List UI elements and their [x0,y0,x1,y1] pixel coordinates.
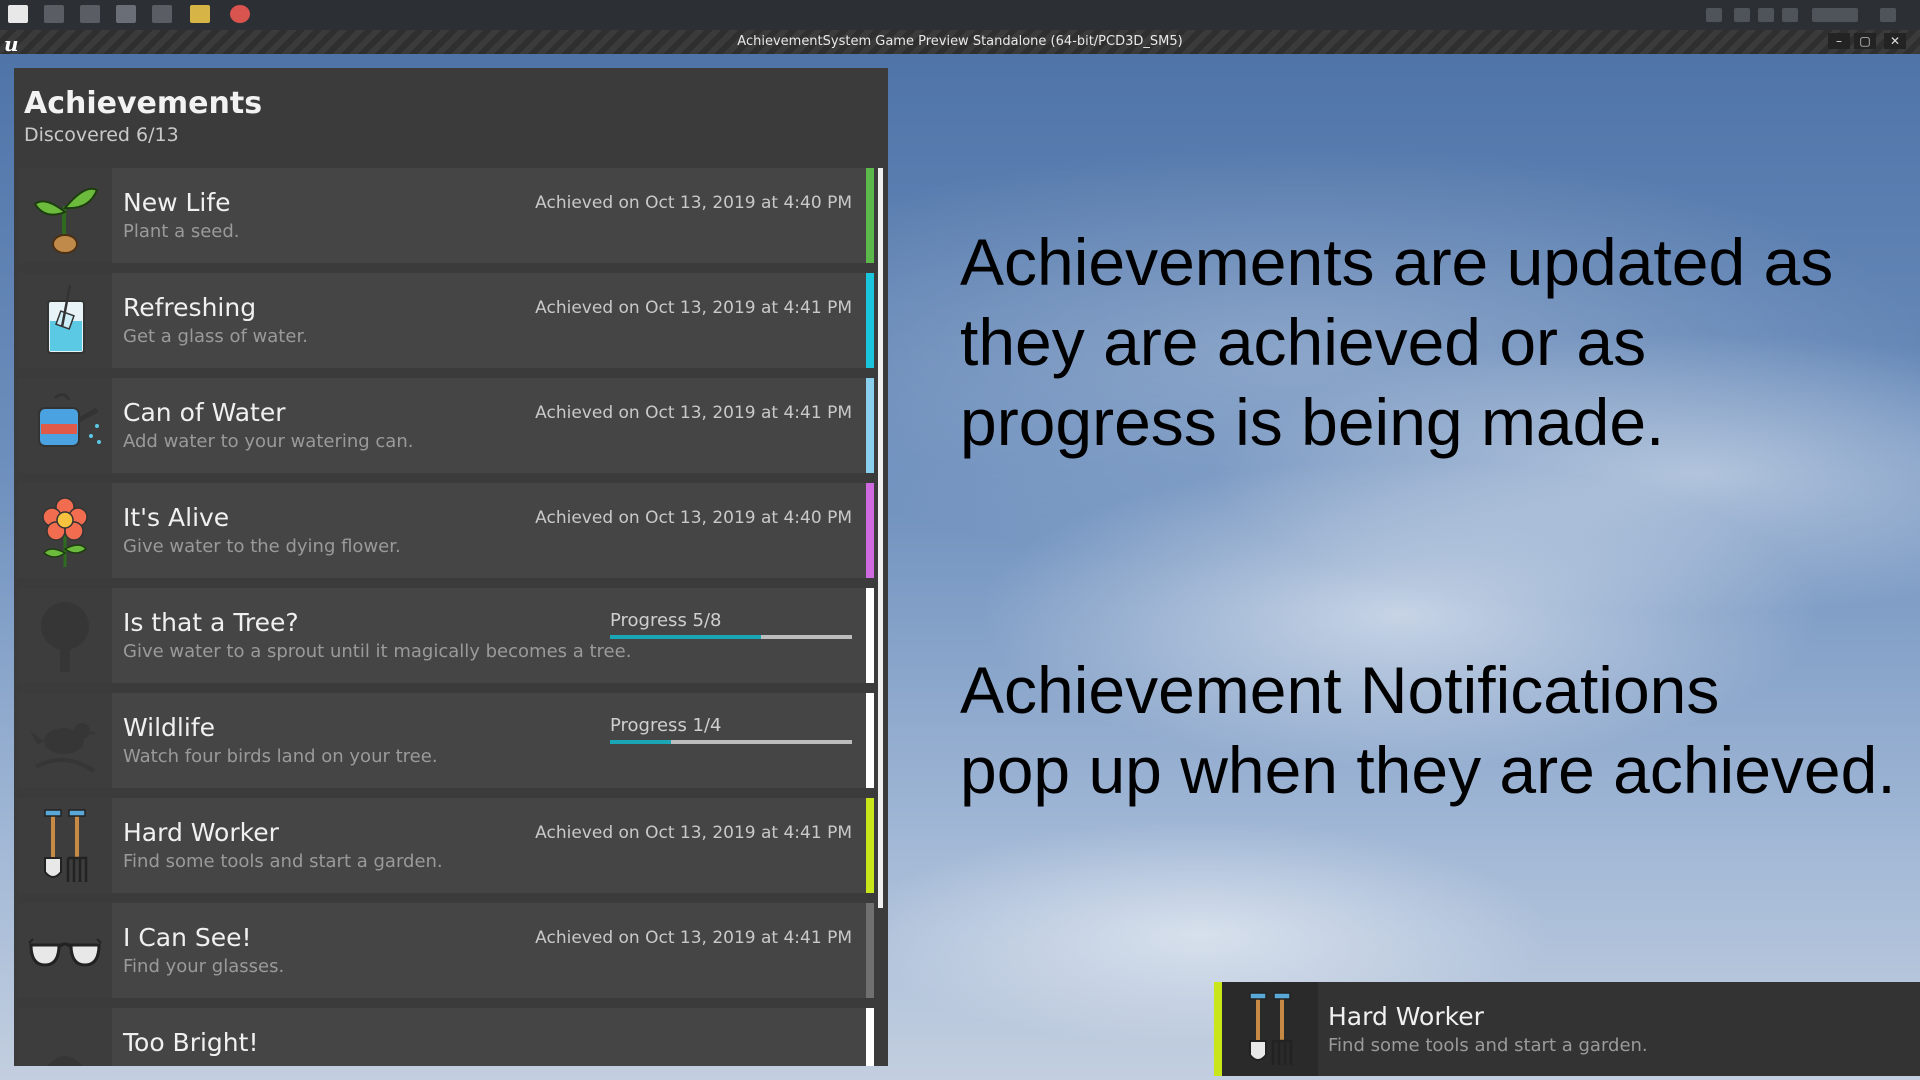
overlay-text-line: progress is being made. [960,385,1665,459]
achievement-name: Hard Worker [123,818,279,847]
achievement-name: It's Alive [123,503,230,532]
unreal-editor-taskbar-icon[interactable] [116,5,136,23]
achievements-panel: Achievements Discovered 6/13 New Life Pl… [14,68,888,1066]
status-accent-bar [866,483,874,578]
achievement-description: Watch four birds land on your tree. [123,746,438,767]
minimize-button[interactable]: – [1828,33,1850,49]
chrome-taskbar-icon[interactable] [230,5,250,23]
hat-icon [18,1008,112,1066]
discovered-count: Discovered 6/13 [24,124,179,146]
achievement-name: Refreshing [123,293,257,322]
achievement-name: New Life [123,188,231,217]
achievement-description: Find your glasses. [123,956,285,977]
achievement-name: Wildlife [123,713,216,742]
watering-can-icon [18,378,112,473]
status-accent-bar [866,378,874,473]
progress-label: Progress 5/8 [610,610,722,631]
achievement-name: Can of Water [123,398,286,427]
panel-title: Achievements [24,86,263,121]
folder-taskbar-icon[interactable] [190,5,210,23]
window-title-bar[interactable]: u AchievementSystem Game Preview Standal… [0,30,1920,56]
overlay-text-line: Achievement Notifications [960,653,1720,727]
status-accent-bar [866,903,874,998]
status-accent-bar [866,798,874,893]
achievement-notification[interactable]: Hard Worker Find some tools and start a … [1214,982,1920,1076]
garden-tools-icon [18,798,112,893]
chevron-up-icon[interactable] [1706,8,1722,22]
status-accent-bar [866,588,874,683]
tree-icon [18,588,112,683]
window-title: AchievementSystem Game Preview Standalon… [737,34,1183,49]
achievement-row[interactable]: Is that a Tree? Give water to a sprout u… [18,588,874,683]
achievement-description: Add water to your watering can. [123,431,414,452]
progress-bar [610,635,852,639]
notification-title: Hard Worker [1328,1002,1484,1031]
overlay-text-line: Achievements are updated as [960,225,1834,299]
volume-icon[interactable] [1758,8,1774,22]
progress-label: Progress 1/4 [610,715,722,736]
sprout-icon [18,168,112,263]
network-icon[interactable] [1734,8,1750,22]
achievement-name: Is that a Tree? [123,608,299,637]
achievement-name: Too Bright! [123,1028,259,1057]
achievement-row[interactable]: It's Alive Give water to the dying flowe… [18,483,874,578]
achieved-date: Achieved on Oct 13, 2019 at 4:41 PM [535,298,852,318]
glass-of-water-icon [18,273,112,368]
status-accent-bar [866,1008,874,1066]
achievement-list[interactable]: New Life Plant a seed. Achieved on Oct 1… [18,168,874,1066]
start-icon[interactable] [8,5,28,23]
progress-bar [610,740,852,744]
overlay-text-line: pop up when they are achieved. [960,733,1896,807]
notification-accent-bar [1214,982,1222,1076]
achievement-description: Plant a seed. [123,221,240,242]
progress-fill [610,740,671,744]
achieved-date: Achieved on Oct 13, 2019 at 4:40 PM [535,193,852,213]
task-view-icon[interactable] [80,5,100,23]
achievement-row[interactable]: New Life Plant a seed. Achieved on Oct 1… [18,168,874,263]
achievement-description: Find some tools and start a garden. [123,851,443,872]
achieved-date: Achieved on Oct 13, 2019 at 4:40 PM [535,508,852,528]
achievement-description: Give water to the dying flower. [123,536,401,557]
restore-button[interactable]: ▢ [1854,33,1876,49]
achieved-date: Achieved on Oct 13, 2019 at 4:41 PM [535,823,852,843]
status-accent-bar [866,693,874,788]
close-button[interactable]: ✕ [1884,33,1906,49]
achievement-row[interactable]: Refreshing Get a glass of water. Achieve… [18,273,874,368]
achievement-row[interactable]: Can of Water Add water to your watering … [18,378,874,473]
flower-icon [18,483,112,578]
notification-description: Find some tools and start a garden. [1328,1035,1648,1056]
achievement-row[interactable]: I Can See! Find your glasses. Achieved o… [18,903,874,998]
achievement-row[interactable]: Wildlife Watch four birds land on your t… [18,693,874,788]
garden-tools-icon [1222,982,1318,1076]
pen-icon[interactable] [1782,8,1798,22]
achievement-name: I Can See! [123,923,252,952]
status-accent-bar [866,168,874,263]
os-taskbar [0,0,1920,30]
overlay-text-line: they are achieved or as [960,305,1647,379]
app-taskbar-icon[interactable] [152,5,172,23]
bird-icon [18,693,112,788]
clock-area[interactable] [1812,8,1858,22]
achievement-description: Give water to a sprout until it magicall… [123,641,632,662]
achieved-date: Achieved on Oct 13, 2019 at 4:41 PM [535,403,852,423]
progress-fill [610,635,762,639]
achievement-row[interactable]: Too Bright! [18,1008,874,1066]
search-icon[interactable] [44,5,64,23]
notification-center-icon[interactable] [1880,8,1896,22]
achieved-date: Achieved on Oct 13, 2019 at 4:41 PM [535,928,852,948]
status-accent-bar [866,273,874,368]
achievement-row[interactable]: Hard Worker Find some tools and start a … [18,798,874,893]
glasses-icon [18,903,112,998]
list-scrollbar[interactable] [878,168,883,908]
achievement-description: Get a glass of water. [123,326,308,347]
